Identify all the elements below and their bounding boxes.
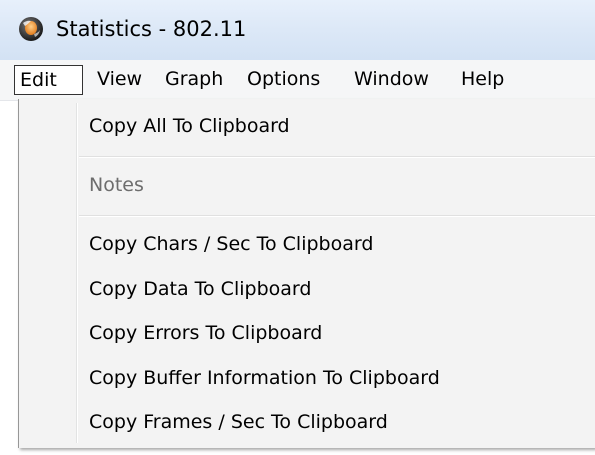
menu-edit[interactable]: Edit (14, 65, 83, 95)
menu-item-copy-chars-sec[interactable]: Copy Chars / Sec To Clipboard (89, 226, 373, 262)
menu-item-notes: Notes (89, 174, 144, 196)
menu-options[interactable]: Options (244, 65, 323, 95)
menu-window[interactable]: Window (351, 65, 432, 95)
app-globe-icon (19, 17, 43, 41)
menu-bar: Edit View Graph Options Window Help (0, 60, 595, 101)
menu-item-copy-all[interactable]: Copy All To Clipboard (89, 108, 290, 144)
menu-item-copy-frames-sec[interactable]: Copy Frames / Sec To Clipboard (89, 404, 388, 440)
menu-separator (79, 156, 595, 158)
menu-help[interactable]: Help (458, 65, 507, 95)
menu-view[interactable]: View (94, 65, 145, 95)
statistics-window: Statistics - 802.11 Edit View Graph Opti… (0, 0, 595, 455)
icon-gutter-highlight (77, 103, 78, 443)
edit-dropdown-menu: Copy All To Clipboard Notes Copy Chars /… (18, 99, 595, 448)
menu-item-copy-errors[interactable]: Copy Errors To Clipboard (89, 315, 322, 351)
menu-item-copy-buffer-information[interactable]: Copy Buffer Information To Clipboard (89, 360, 440, 396)
title-bar[interactable]: Statistics - 802.11 (0, 0, 595, 60)
menu-separator (79, 215, 595, 217)
menu-item-copy-data[interactable]: Copy Data To Clipboard (89, 271, 311, 307)
window-title: Statistics - 802.11 (56, 17, 247, 41)
menu-graph[interactable]: Graph (162, 65, 226, 95)
